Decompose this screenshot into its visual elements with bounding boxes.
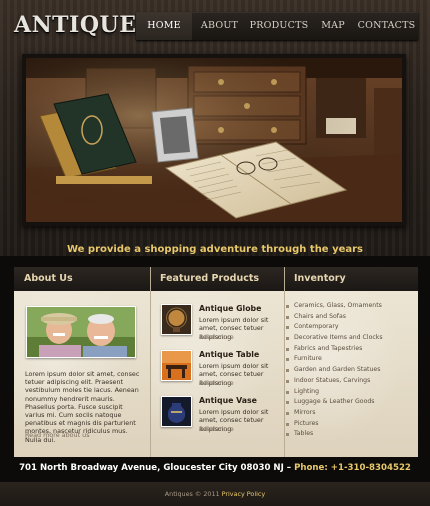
inventory-item[interactable]: Decorative Items and Clocks (285, 333, 410, 344)
product-read-more-link[interactable]: Read more (199, 379, 234, 387)
inventory-item[interactable]: Chairs and Sofas (285, 312, 410, 323)
product-item: Antique Globe Lorem ipsum dolor sit amet… (161, 304, 281, 348)
inventory-item[interactable]: Indoor Statues, Carvings (285, 376, 410, 387)
about-read-more-link[interactable]: Read more about us (25, 431, 90, 439)
product-item: Antique Table Lorem ipsum dolor sit amet… (161, 350, 281, 394)
product-read-more-link[interactable]: Read more (199, 425, 234, 433)
nav-contacts[interactable]: CONTACTS (355, 12, 418, 40)
product-item: Antique Vase Lorem ipsum dolor sit amet,… (161, 396, 281, 440)
inventory-heading: Inventory (284, 267, 418, 291)
tagline: We provide a shopping adventure through … (66, 244, 364, 255)
address-text: 701 North Broadway Avenue, Gloucester Ci… (19, 463, 292, 473)
footer: Antiques © 2011 Privacy Policy (0, 482, 430, 506)
privacy-policy-link[interactable]: Privacy Policy (222, 490, 266, 498)
inventory-item[interactable]: Pictures (285, 419, 410, 430)
inventory-item[interactable]: Furniture (285, 354, 410, 365)
table-icon (162, 351, 191, 380)
copyright-text: Antiques © 2011 (164, 490, 220, 498)
phone-number[interactable]: Phone: +1-310-8304522 (294, 463, 411, 473)
hero-image (22, 54, 406, 226)
vase-icon (162, 397, 191, 426)
couple-portrait (27, 307, 135, 357)
vase-thumbnail[interactable] (161, 396, 192, 427)
globe-icon (162, 305, 191, 334)
nav-home[interactable]: HOME (136, 12, 192, 40)
nav-map[interactable]: MAP (311, 12, 355, 40)
table-thumbnail[interactable] (161, 350, 192, 381)
inventory-item[interactable]: Contemporary (285, 322, 410, 333)
featured-heading: Featured Products (150, 267, 284, 291)
inventory-item[interactable]: Ceramics, Glass, Ornaments (285, 301, 410, 312)
nav-products[interactable]: PRODUCTS (247, 12, 311, 40)
product-title[interactable]: Antique Globe (199, 304, 261, 313)
product-read-more-link[interactable]: Read more (199, 333, 234, 341)
globe-thumbnail[interactable] (161, 304, 192, 335)
product-title[interactable]: Antique Table (199, 350, 259, 359)
inventory-list: Ceramics, Glass, Ornaments Chairs and So… (285, 301, 410, 440)
column-divider (150, 267, 151, 457)
inventory-item[interactable]: Lighting (285, 387, 410, 398)
contact-bar: 701 North Broadway Avenue, Gloucester Ci… (0, 463, 430, 473)
inventory-item[interactable]: Fabrics and Tapestries (285, 344, 410, 355)
nav-about[interactable]: ABOUT (192, 12, 247, 40)
site-logo[interactable]: ANTIQUES (14, 12, 153, 38)
inventory-item[interactable]: Garden and Garden Statues (285, 365, 410, 376)
main-nav: HOME ABOUT PRODUCTS MAP CONTACTS (136, 12, 418, 40)
inventory-item[interactable]: Luggage & Leather Goods (285, 397, 410, 408)
about-photo (26, 306, 136, 358)
product-title[interactable]: Antique Vase (199, 396, 257, 405)
inventory-item[interactable]: Tables (285, 429, 410, 440)
antique-desk-illustration (26, 58, 402, 222)
about-heading: About Us (14, 267, 150, 291)
inventory-item[interactable]: Mirrors (285, 408, 410, 419)
